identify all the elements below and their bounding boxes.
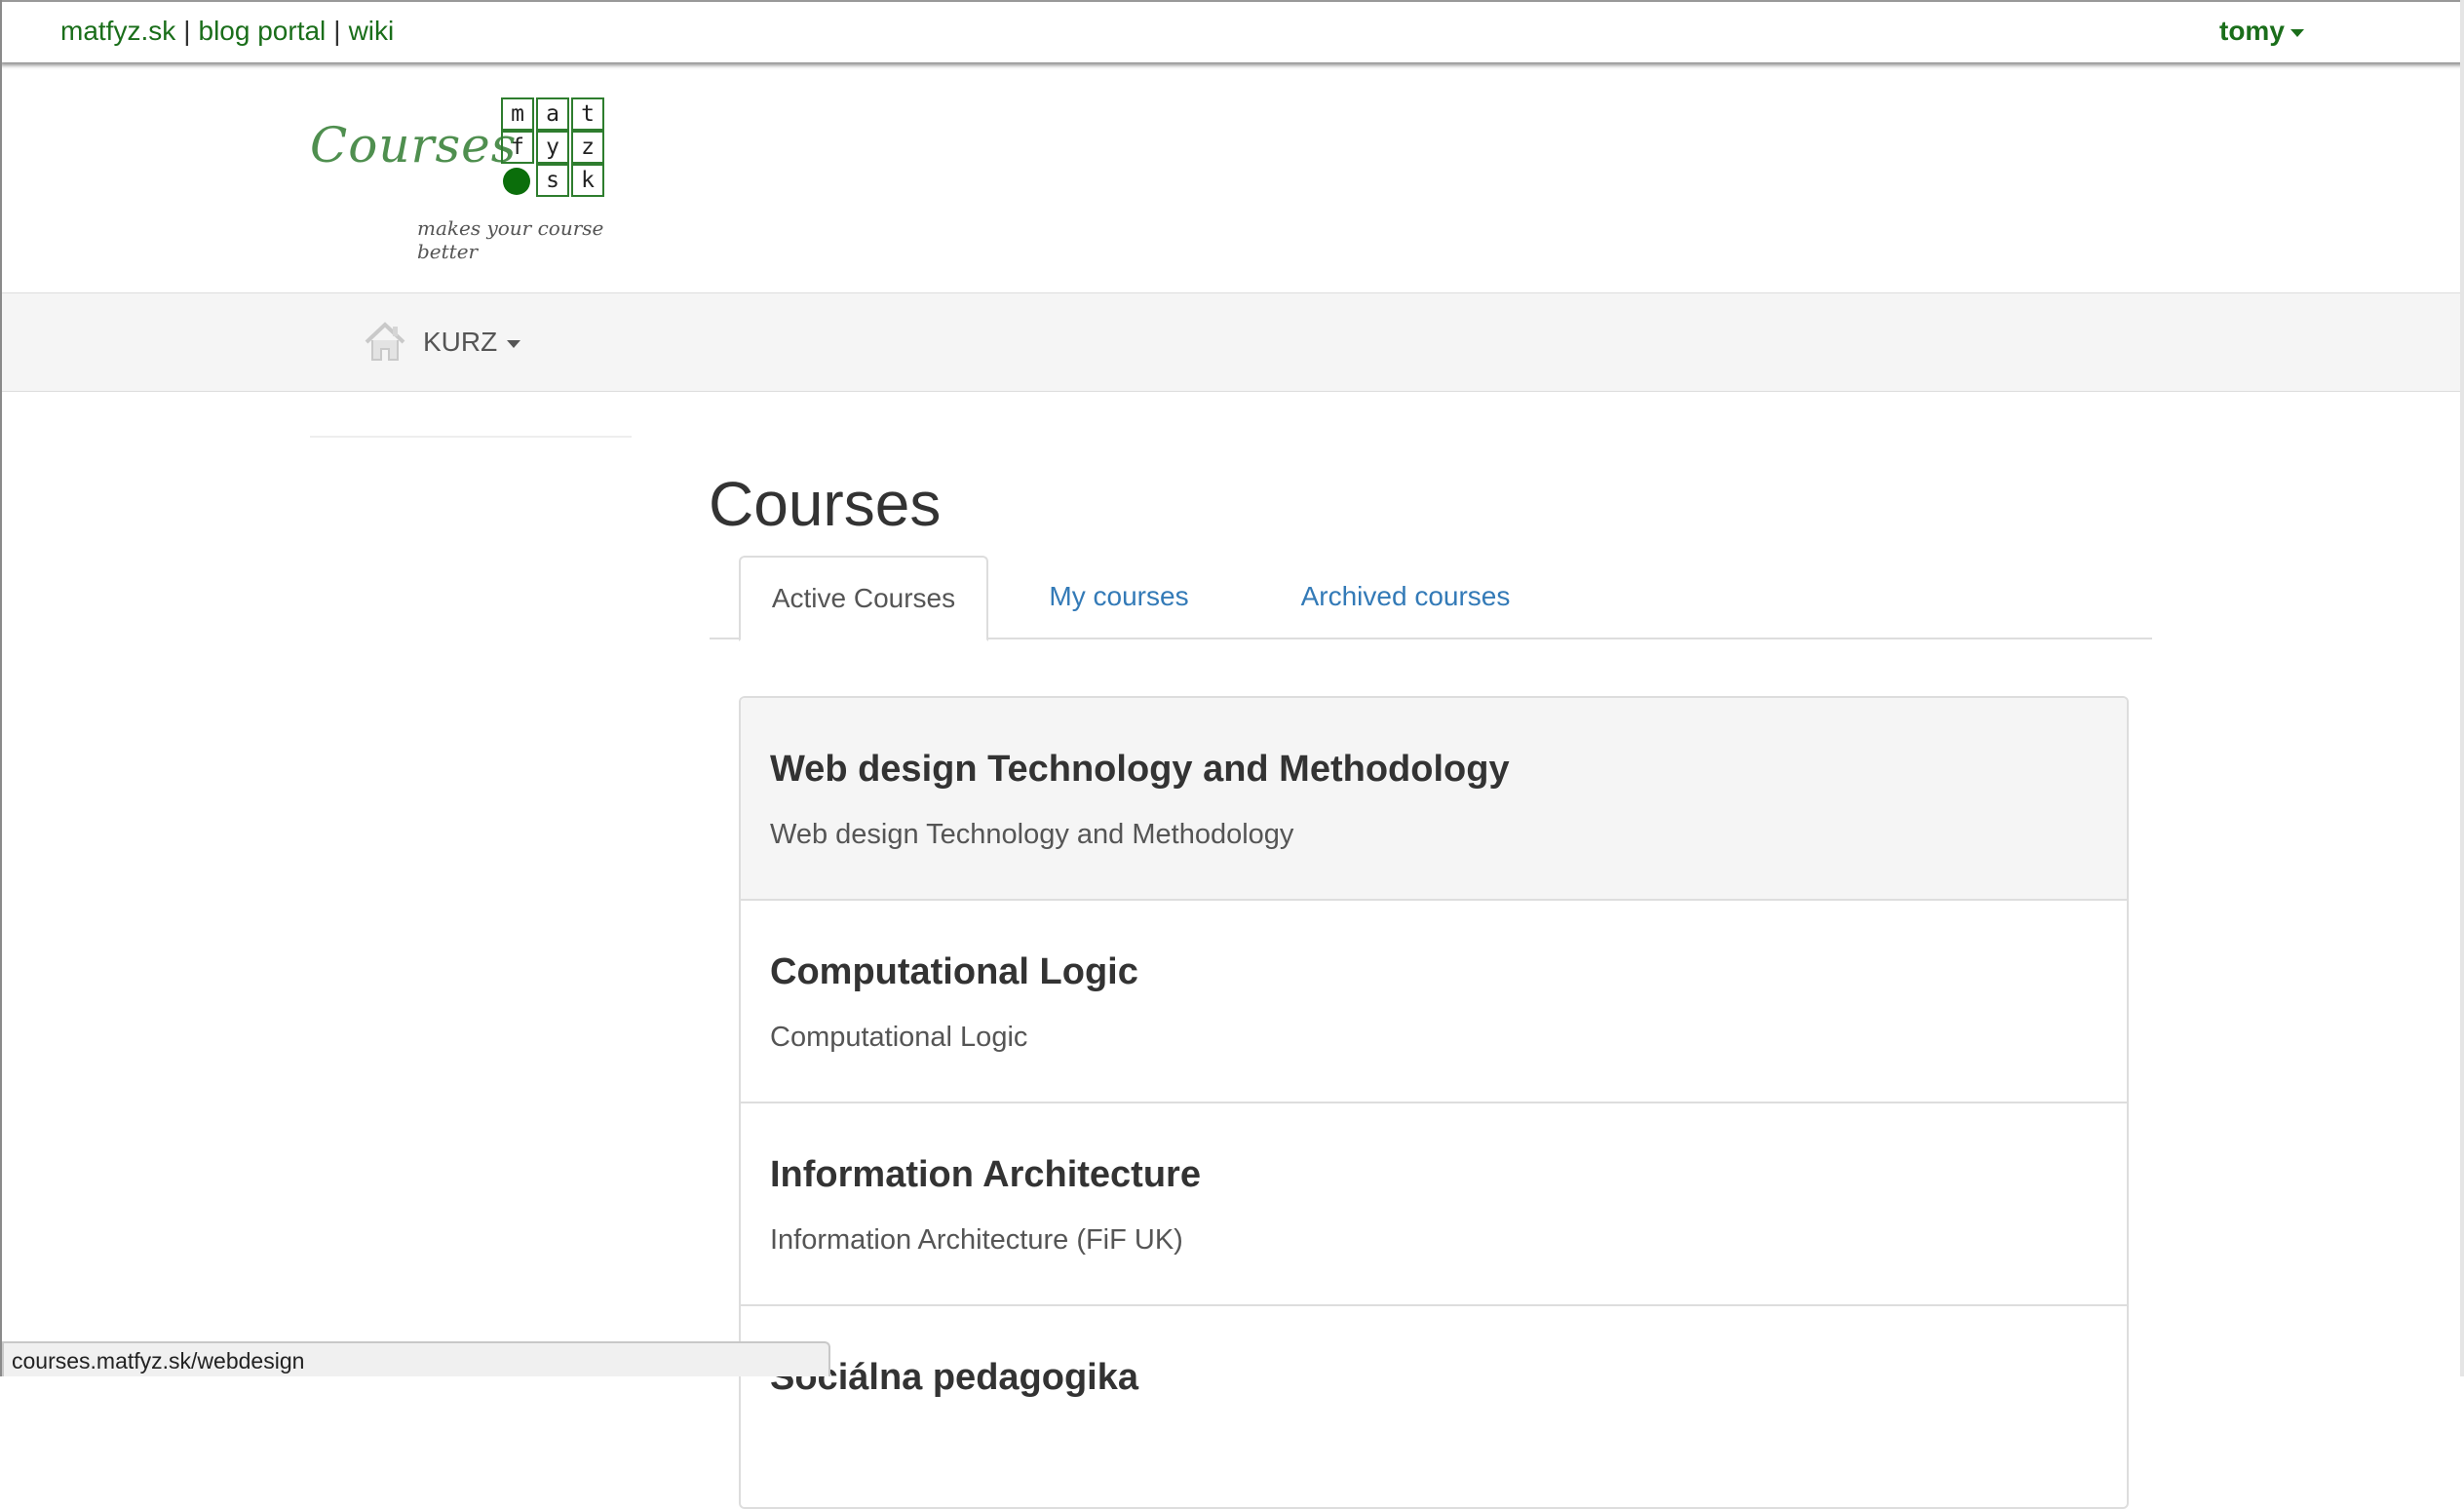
logo-word: Courses (310, 117, 518, 174)
course-item[interactable]: Information Architecture Information Arc… (741, 1102, 2127, 1304)
logo-letter: k (571, 164, 604, 197)
chevron-down-icon (2290, 28, 2304, 37)
logo-tagline: makes your course better (417, 216, 604, 263)
course-title: Computational Logic (770, 951, 1138, 992)
logo-letter: m (501, 97, 534, 131)
chevron-down-icon (507, 339, 521, 348)
kurz-label: KURZ (423, 327, 498, 357)
kurz-dropdown[interactable]: KURZ (423, 327, 521, 358)
logo-letter: z (571, 131, 604, 164)
home-icon[interactable] (363, 319, 407, 364)
logo-letter: y (536, 131, 569, 164)
page-title: Courses (709, 469, 942, 539)
course-tabs: Active Courses My courses Archived cours… (710, 556, 2152, 641)
course-description: Web design Technology and Methodology (770, 819, 1294, 850)
link-separator: | (333, 16, 341, 46)
course-title: Information Architecture (770, 1154, 1201, 1195)
link-matfyz[interactable]: matfyz.sk (60, 16, 175, 46)
top-links: matfyz.sk | blog portal | wiki (60, 16, 394, 47)
course-title: Web design Technology and Methodology (770, 749, 1510, 790)
site-logo[interactable]: Courses m a t f y z s k makes your cours… (310, 96, 651, 263)
user-menu[interactable]: tomy (2219, 16, 2304, 47)
window-right-edge (2460, 0, 2464, 1376)
course-item[interactable]: Web design Technology and Methodology We… (741, 698, 2127, 899)
sidebar-divider (310, 436, 632, 438)
main-navbar: KURZ (2, 292, 2460, 392)
logo-letter: f (501, 131, 534, 164)
course-description: Computational Logic (770, 1022, 1028, 1053)
link-wiki[interactable]: wiki (349, 16, 395, 46)
window-left-edge (0, 0, 2, 1376)
logo-letter: t (571, 97, 604, 131)
course-item[interactable]: Sociálna pedagogika (741, 1304, 2127, 1507)
course-list: Web design Technology and Methodology We… (739, 696, 2129, 1509)
logo-letter: a (536, 97, 569, 131)
status-bar-url: courses.matfyz.sk/webdesign (2, 1341, 830, 1376)
top-bar: matfyz.sk | blog portal | wiki tomy (0, 0, 2464, 62)
user-name: tomy (2219, 16, 2285, 46)
link-separator: | (183, 16, 191, 46)
course-description: Information Architecture (FiF UK) (770, 1224, 1183, 1256)
tab-archived-courses[interactable]: Archived courses (1261, 556, 1550, 636)
tab-active-courses[interactable]: Active Courses (739, 556, 988, 641)
logo-letter: s (536, 164, 569, 197)
logo-letter-grid: m a t f y z s k (501, 97, 604, 201)
course-item[interactable]: Computational Logic Computational Logic (741, 899, 2127, 1102)
tab-my-courses[interactable]: My courses (1016, 556, 1222, 636)
logo-dot (503, 168, 530, 195)
link-blog-portal[interactable]: blog portal (199, 16, 327, 46)
